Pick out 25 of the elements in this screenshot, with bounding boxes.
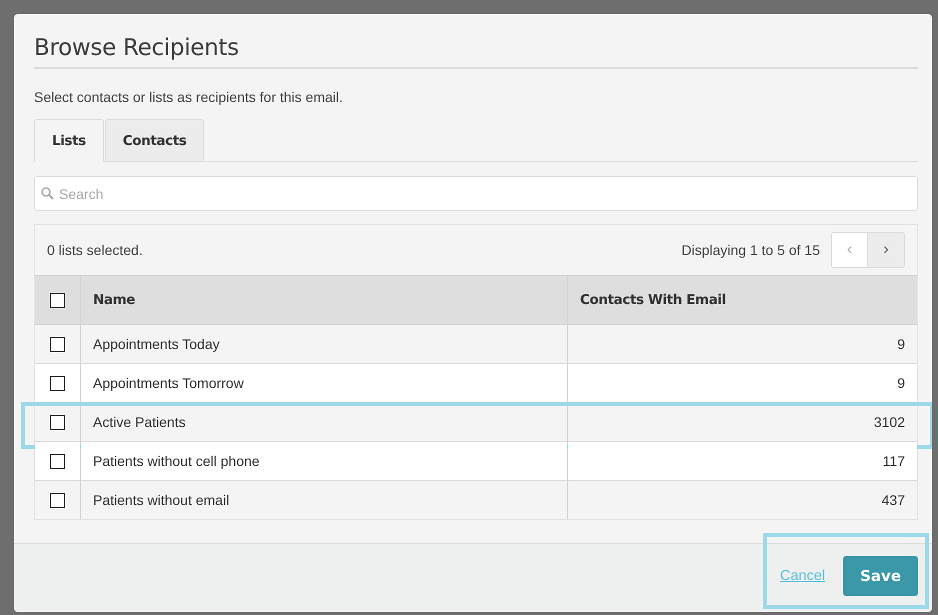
row-checkbox[interactable]	[50, 415, 65, 430]
selection-summary: 0 lists selected.	[47, 242, 143, 258]
table-cell: 9	[568, 364, 917, 402]
table-cell: Appointments Tomorrow	[80, 364, 568, 402]
tab[interactable]: Lists	[34, 119, 104, 162]
table-cell: Patients without cell phone	[80, 442, 568, 480]
dialog-title: Browse Recipients	[34, 32, 918, 69]
search-field[interactable]: Search	[34, 176, 918, 211]
pagination-text: Displaying 1 to 5 of 15	[681, 242, 820, 258]
next-page-button[interactable]: ›	[868, 232, 905, 268]
row-checkbox[interactable]	[50, 493, 65, 508]
row-checkbox[interactable]	[50, 454, 65, 470]
dialog-description: Select contacts or lists as recipients for this email.	[34, 89, 344, 105]
table-cell: 437	[568, 480, 917, 519]
row-checkbox[interactable]	[50, 376, 65, 392]
table-cell: Patients without email	[80, 480, 568, 519]
table-cell: 117	[568, 442, 917, 480]
save-button[interactable]: Save	[843, 556, 918, 596]
table-cell: Appointments Today	[80, 324, 568, 364]
row-checkbox[interactable]	[50, 337, 65, 352]
column-header: Contacts With Email	[568, 276, 917, 324]
column-header: Name	[80, 276, 568, 324]
select-all-checkbox[interactable]	[50, 292, 65, 308]
tab[interactable]: Contacts	[104, 119, 204, 161]
table-cell: 9	[568, 324, 917, 364]
